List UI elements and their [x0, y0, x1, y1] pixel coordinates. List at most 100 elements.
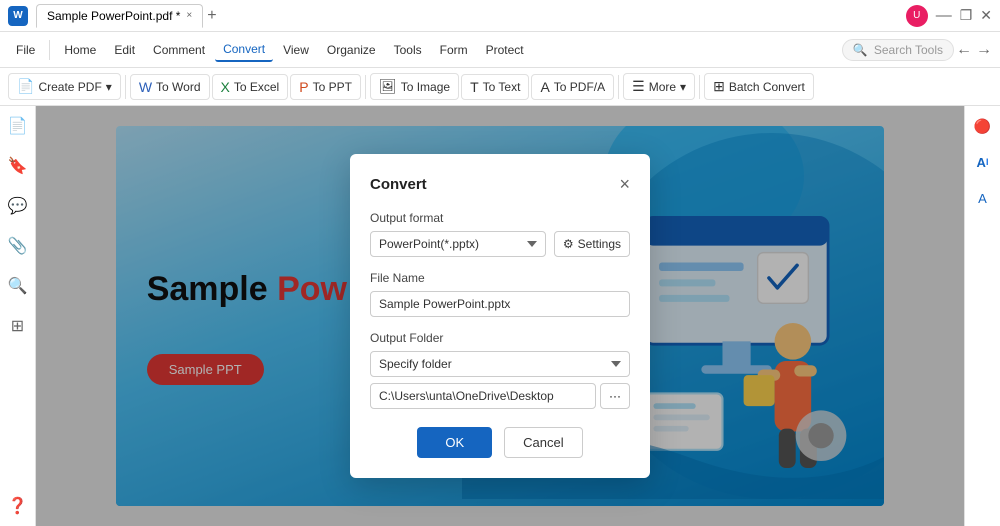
title-bar: W Sample PowerPoint.pdf * × + U — ❐ ✕: [0, 0, 1000, 32]
left-sidebar: 📄 🔖 💬 📎 🔍 ⊞ ❓: [0, 106, 36, 526]
app-icon: W: [8, 6, 28, 26]
more-arrow: ▾: [680, 80, 686, 94]
menu-form[interactable]: Form: [432, 39, 476, 61]
output-format-label: Output format: [370, 211, 630, 225]
output-format-section: Output format PowerPoint(*.pptx) ⚙ Setti…: [370, 211, 630, 257]
menu-view[interactable]: View: [275, 39, 317, 61]
output-folder-section: Output Folder Specify folder ···: [370, 331, 630, 409]
minimize-btn[interactable]: —: [936, 7, 952, 25]
menu-convert[interactable]: Convert: [215, 38, 273, 62]
to-word-label: To Word: [156, 80, 200, 94]
right-icon-doc[interactable]: A: [971, 186, 995, 210]
tab-close-btn[interactable]: ×: [186, 10, 192, 21]
to-excel-btn[interactable]: X To Excel: [212, 74, 289, 100]
folder-select[interactable]: Specify folder: [370, 351, 630, 377]
maximize-btn[interactable]: ❐: [960, 7, 973, 24]
tab-label: Sample PowerPoint.pdf *: [47, 9, 180, 23]
create-pdf-icon: 📄: [17, 78, 34, 95]
menu-bar: File Home Edit Comment Convert View Orga…: [0, 32, 1000, 68]
to-image-icon: 🖼: [379, 78, 397, 95]
user-avatar[interactable]: U: [906, 5, 928, 27]
close-btn[interactable]: ✕: [980, 7, 992, 24]
menu-comment[interactable]: Comment: [145, 39, 213, 61]
toolbar-sep-2: [365, 75, 366, 99]
tab-bar: Sample PowerPoint.pdf * × +: [36, 4, 217, 28]
to-excel-icon: X: [221, 79, 230, 95]
browse-btn[interactable]: ···: [600, 383, 630, 409]
output-folder-label: Output Folder: [370, 331, 630, 345]
to-word-icon: W: [139, 79, 152, 95]
right-icon-ai[interactable]: AI: [971, 150, 995, 174]
create-pdf-btn[interactable]: 📄 Create PDF ▾: [8, 73, 121, 100]
new-tab-btn[interactable]: +: [207, 7, 216, 25]
menu-organize[interactable]: Organize: [319, 39, 384, 61]
to-pdfa-btn[interactable]: A To PDF/A: [531, 74, 614, 100]
cancel-btn[interactable]: Cancel: [504, 427, 582, 458]
file-name-label: File Name: [370, 271, 630, 285]
batch-convert-btn[interactable]: ⊞ Batch Convert: [704, 73, 814, 100]
to-excel-label: To Excel: [234, 80, 279, 94]
settings-icon: ⚙: [563, 237, 574, 251]
main-area: 📄 🔖 💬 📎 🔍 ⊞ ❓ Sample Pow Sample PPT: [0, 106, 1000, 526]
ok-btn[interactable]: OK: [417, 427, 492, 458]
menu-protect[interactable]: Protect: [478, 39, 532, 61]
right-icon-red[interactable]: 🔴: [971, 114, 995, 138]
sidebar-icon-help[interactable]: ❓: [6, 494, 30, 518]
convert-modal: Convert × Output format PowerPoint(*.ppt…: [350, 154, 650, 478]
active-tab[interactable]: Sample PowerPoint.pdf * ×: [36, 4, 203, 28]
sidebar-icon-comments[interactable]: 💬: [6, 194, 30, 218]
more-label: More: [649, 80, 676, 94]
to-text-btn[interactable]: T To Text: [461, 74, 529, 100]
modal-footer: OK Cancel: [370, 427, 630, 458]
toolbar: 📄 Create PDF ▾ W To Word X To Excel P To…: [0, 68, 1000, 106]
to-text-label: To Text: [483, 80, 521, 94]
to-pdfa-icon: A: [540, 79, 549, 95]
file-name-input[interactable]: [370, 291, 630, 317]
sidebar-icon-bookmarks[interactable]: 🔖: [6, 154, 30, 178]
menu-tools[interactable]: Tools: [386, 39, 430, 61]
to-ppt-btn[interactable]: P To PPT: [290, 74, 361, 100]
nav-back-btn[interactable]: ←: [956, 41, 972, 59]
sidebar-icon-layers[interactable]: ⊞: [6, 314, 30, 338]
folder-path-row: ···: [370, 383, 630, 409]
sidebar-icon-pages[interactable]: 📄: [6, 114, 30, 138]
modal-header: Convert ×: [370, 174, 630, 195]
folder-path-input[interactable]: [370, 383, 596, 409]
right-sidebar: 🔴 AI A: [964, 106, 1000, 526]
nav-buttons: ← →: [956, 41, 992, 59]
toolbar-sep-4: [699, 75, 700, 99]
menu-edit[interactable]: Edit: [106, 39, 143, 61]
batch-convert-label: Batch Convert: [729, 80, 805, 94]
modal-title: Convert: [370, 176, 427, 193]
to-word-btn[interactable]: W To Word: [130, 74, 210, 100]
search-placeholder: Search Tools: [874, 43, 943, 57]
file-name-section: File Name: [370, 271, 630, 317]
more-btn[interactable]: ☰ More ▾: [623, 73, 695, 100]
to-ppt-icon: P: [299, 79, 308, 95]
sidebar-icon-search[interactable]: 🔍: [6, 274, 30, 298]
to-image-label: To Image: [401, 80, 450, 94]
output-format-select[interactable]: PowerPoint(*.pptx): [370, 231, 546, 257]
doc-area: Sample Pow Sample PPT: [36, 106, 964, 526]
window-controls: U — ❐ ✕: [906, 5, 992, 27]
browse-icon: ···: [609, 389, 621, 403]
sidebar-icon-attachments[interactable]: 📎: [6, 234, 30, 258]
settings-label: Settings: [578, 237, 621, 251]
nav-forward-btn[interactable]: →: [976, 41, 992, 59]
to-pdfa-label: To PDF/A: [554, 80, 605, 94]
search-icon: 🔍: [853, 43, 868, 57]
folder-select-row: Specify folder: [370, 351, 630, 377]
toolbar-sep-1: [125, 75, 126, 99]
modal-close-btn[interactable]: ×: [619, 174, 630, 195]
menu-divider: [49, 40, 50, 60]
menu-file[interactable]: File: [8, 39, 43, 61]
more-icon: ☰: [632, 78, 645, 95]
modal-overlay: Convert × Output format PowerPoint(*.ppt…: [36, 106, 964, 526]
toolbar-sep-3: [618, 75, 619, 99]
to-image-btn[interactable]: 🖼 To Image: [370, 73, 459, 100]
search-bar[interactable]: 🔍 Search Tools: [842, 39, 954, 61]
to-ppt-label: To PPT: [313, 80, 352, 94]
menu-home[interactable]: Home: [56, 39, 104, 61]
create-pdf-arrow: ▾: [106, 80, 112, 94]
settings-btn[interactable]: ⚙ Settings: [554, 231, 630, 257]
